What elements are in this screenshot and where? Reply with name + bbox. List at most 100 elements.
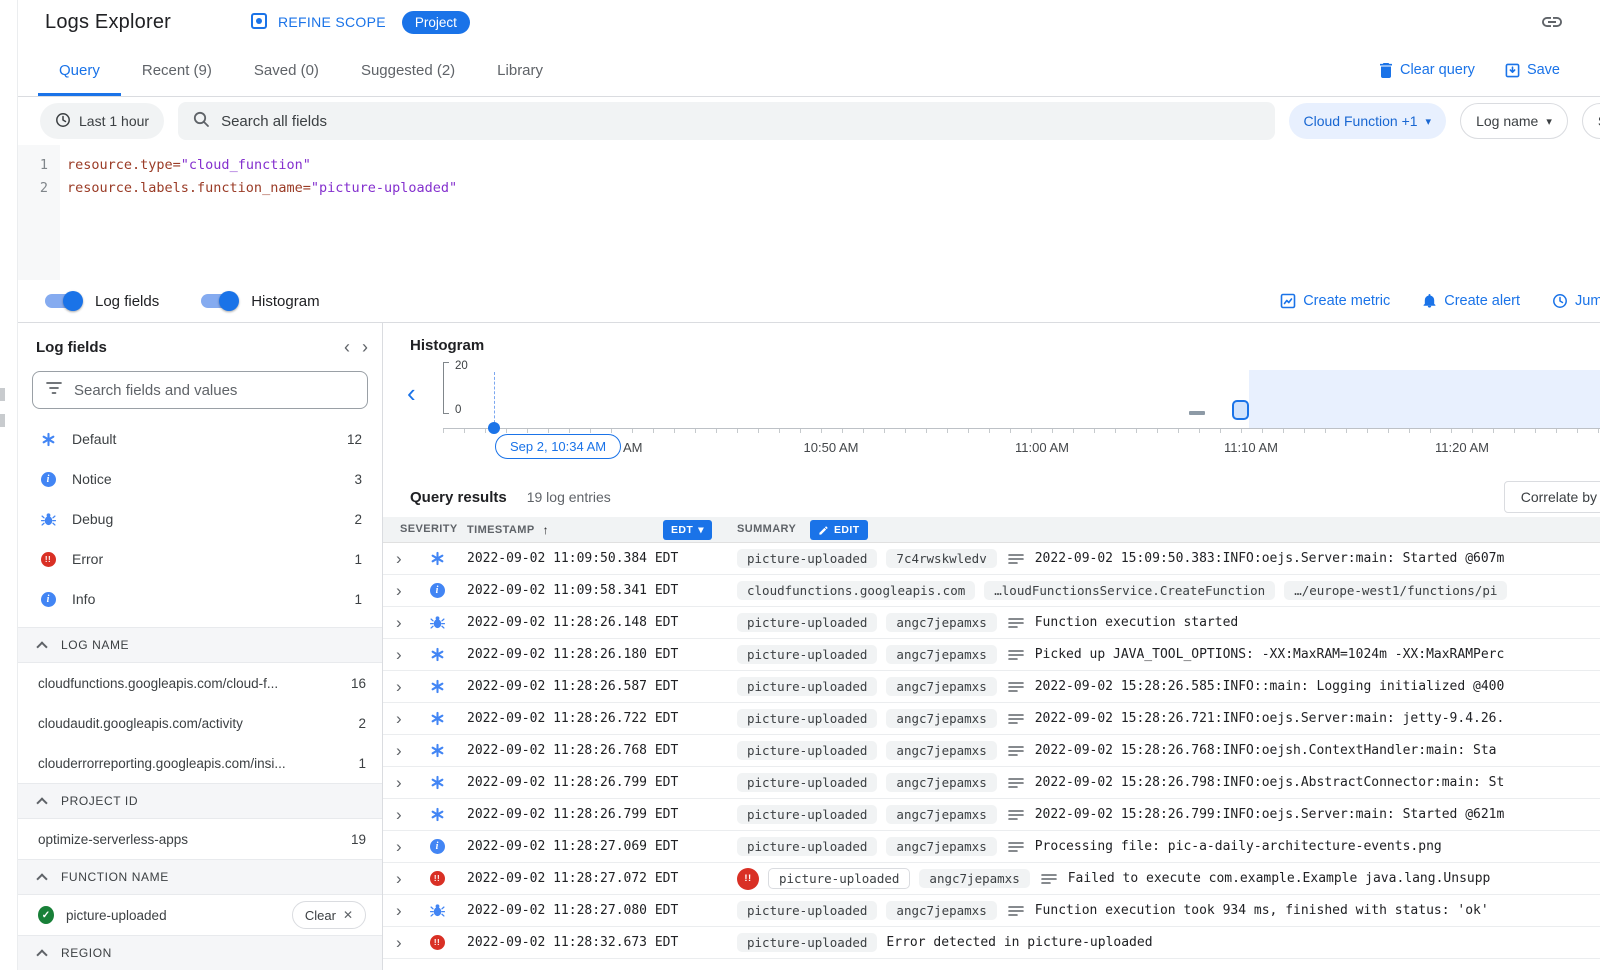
log-chip[interactable]: picture-uploaded	[768, 868, 910, 889]
expand-chevron-icon[interactable]: ›	[383, 709, 421, 729]
severity-filter-item[interactable]: Debug2	[18, 499, 382, 539]
histogram-prev-icon[interactable]: ‹	[407, 380, 416, 406]
log-chip[interactable]: picture-uploaded	[737, 645, 877, 664]
log-chip[interactable]: picture-uploaded	[737, 741, 877, 760]
log-field-item[interactable]: ✓picture-uploadedClear✕	[18, 895, 382, 935]
log-fields-toggle[interactable]	[45, 294, 81, 308]
resource-filter-chip[interactable]: Cloud Function +1 ▾	[1289, 103, 1447, 139]
log-entry-row[interactable]: ›!!2022-09-02 11:28:32.673 EDTpicture-up…	[383, 927, 1600, 959]
log-chip[interactable]: …loudFunctionsService.CreateFunction	[984, 581, 1275, 600]
tab-saved[interactable]: Saved (0)	[233, 44, 340, 96]
log-chip[interactable]: cloudfunctions.googleapis.com	[737, 581, 975, 600]
severity-filter-item[interactable]: !!Error1	[18, 539, 382, 579]
log-chip[interactable]: angc7jepamxs	[886, 741, 996, 760]
expand-chevron-icon[interactable]: ›	[383, 549, 421, 569]
log-chip[interactable]: 7c4rwskwledv	[886, 549, 996, 568]
expand-chevron-icon[interactable]: ›	[383, 933, 421, 953]
severity-filter-item[interactable]: iInfo1	[18, 579, 382, 619]
log-entry-row[interactable]: ›i2022-09-02 11:28:27.069 EDTpicture-upl…	[383, 831, 1600, 863]
refine-scope-button[interactable]: REFINE SCOPE	[249, 11, 386, 34]
expand-chevron-icon[interactable]: ›	[383, 869, 421, 889]
log-chip[interactable]: angc7jepamxs	[886, 645, 996, 664]
scope-badge[interactable]: Project	[402, 11, 470, 34]
severity-filter-item[interactable]: Default12	[18, 419, 382, 459]
tab-suggested[interactable]: Suggested (2)	[340, 44, 476, 96]
expand-chevron-icon[interactable]: ›	[383, 901, 421, 921]
log-chip[interactable]: picture-uploaded	[737, 805, 877, 824]
severity-filter-item[interactable]: iNotice3	[18, 459, 382, 499]
clear-filter-button[interactable]: Clear✕	[292, 901, 366, 929]
log-entry-row[interactable]: ›i2022-09-02 11:09:58.341 EDTcloudfuncti…	[383, 575, 1600, 607]
log-entry-row[interactable]: ›2022-09-02 11:28:26.799 EDTpicture-uplo…	[383, 799, 1600, 831]
timestamp-column-header[interactable]: TIMESTAMP ↑	[467, 523, 549, 537]
correlate-by-button[interactable]: Correlate by	[1504, 481, 1600, 513]
log-chip[interactable]: angc7jepamxs	[886, 901, 996, 920]
expand-chevron-icon[interactable]: ›	[383, 837, 421, 857]
log-chip[interactable]: picture-uploaded	[737, 549, 877, 568]
log-entry-row[interactable]: ›2022-09-02 11:28:26.722 EDTpicture-uplo…	[383, 703, 1600, 735]
scrollbar-mark[interactable]	[0, 414, 5, 427]
tab-recent[interactable]: Recent (9)	[121, 44, 233, 96]
histogram-selection-region[interactable]	[1249, 370, 1600, 428]
create-alert-button[interactable]: Create alert	[1422, 293, 1520, 309]
log-entry-row[interactable]: ›2022-09-02 11:28:27.080 EDTpicture-uplo…	[383, 895, 1600, 927]
search-input[interactable]	[221, 113, 1260, 130]
log-entry-row[interactable]: ›2022-09-02 11:28:26.587 EDTpicture-uplo…	[383, 671, 1600, 703]
save-button[interactable]: Save	[1505, 62, 1560, 78]
log-entry-row[interactable]: ›2022-09-02 11:28:26.768 EDTpicture-uplo…	[383, 735, 1600, 767]
log-chip[interactable]: picture-uploaded	[737, 677, 877, 696]
section-header-region[interactable]: REGION	[18, 935, 382, 970]
log-field-item[interactable]: cloudfunctions.googleapis.com/cloud-f...…	[18, 663, 382, 703]
histogram-toggle[interactable]	[201, 294, 237, 308]
expand-chevron-icon[interactable]: ›	[383, 613, 421, 633]
log-chip[interactable]: angc7jepamxs	[886, 837, 996, 856]
log-entry-row[interactable]: ›!!2022-09-02 11:28:27.072 EDT!!picture-…	[383, 863, 1600, 895]
log-field-item[interactable]: optimize-serverless-apps19	[18, 819, 382, 859]
tab-library[interactable]: Library	[476, 44, 564, 96]
expand-chevron-icon[interactable]: ›	[383, 805, 421, 825]
log-chip[interactable]: picture-uploaded	[737, 933, 877, 952]
range-start-handle[interactable]	[488, 422, 500, 434]
query-code[interactable]: resource.type="cloud_function" resource.…	[60, 145, 457, 280]
log-chip[interactable]: picture-uploaded	[737, 709, 877, 728]
query-editor[interactable]: 1 2 resource.type="cloud_function" resou…	[18, 145, 1600, 280]
log-field-item[interactable]: clouderrorreporting.googleapis.com/insi.…	[18, 743, 382, 783]
log-entry-row[interactable]: ›2022-09-02 11:28:26.180 EDTpicture-uplo…	[383, 639, 1600, 671]
log-field-item[interactable]: cloudaudit.googleapis.com/activity2	[18, 703, 382, 743]
expand-chevron-icon[interactable]: ›	[383, 741, 421, 761]
log-chip[interactable]: …/europe-west1/functions/pi	[1284, 581, 1507, 600]
severity-filter[interactable]: Severity ▾	[1582, 103, 1600, 139]
scrollbar-mark[interactable]	[0, 388, 5, 401]
tab-query[interactable]: Query	[38, 44, 121, 96]
edit-summary-button[interactable]: EDIT	[810, 520, 868, 540]
range-end-handle[interactable]	[1232, 400, 1249, 420]
log-chip[interactable]: picture-uploaded	[737, 837, 877, 856]
expand-chevron-icon[interactable]: ›	[383, 581, 421, 601]
log-chip[interactable]: picture-uploaded	[737, 773, 877, 792]
timezone-button[interactable]: EDT ▾	[663, 520, 712, 540]
log-chip[interactable]: angc7jepamxs	[886, 805, 996, 824]
time-range-button[interactable]: Last 1 hour	[40, 103, 164, 139]
log-chip[interactable]: picture-uploaded	[737, 613, 877, 632]
log-chip[interactable]: angc7jepamxs	[886, 709, 996, 728]
expand-panel-icon[interactable]: ›	[362, 337, 368, 358]
expand-chevron-icon[interactable]: ›	[383, 773, 421, 793]
log-chip[interactable]: picture-uploaded	[737, 901, 877, 920]
log-chip[interactable]: angc7jepamxs	[886, 613, 996, 632]
log-entry-row[interactable]: ›2022-09-02 11:28:26.799 EDTpicture-uplo…	[383, 767, 1600, 799]
log-chip[interactable]: angc7jepamxs	[886, 773, 996, 792]
log-chip[interactable]: angc7jepamxs	[886, 677, 996, 696]
expand-chevron-icon[interactable]: ›	[383, 677, 421, 697]
create-metric-button[interactable]: Create metric	[1280, 293, 1390, 309]
collapse-panel-icon[interactable]: ‹	[344, 337, 350, 358]
log-name-filter[interactable]: Log name ▾	[1460, 103, 1568, 139]
clear-query-button[interactable]: Clear query	[1379, 62, 1475, 78]
log-entry-row[interactable]: ›2022-09-02 11:28:26.148 EDTpicture-uplo…	[383, 607, 1600, 639]
section-header-log-name[interactable]: LOG NAME	[18, 627, 382, 663]
log-entry-row[interactable]: ›2022-09-02 11:09:50.384 EDTpicture-uplo…	[383, 543, 1600, 575]
section-header-function-name[interactable]: FUNCTION NAME	[18, 859, 382, 895]
jump-to-time-button[interactable]: Jump to time	[1552, 293, 1600, 309]
fields-search-input[interactable]	[74, 382, 355, 399]
share-link-icon[interactable]	[1540, 10, 1564, 34]
expand-chevron-icon[interactable]: ›	[383, 645, 421, 665]
